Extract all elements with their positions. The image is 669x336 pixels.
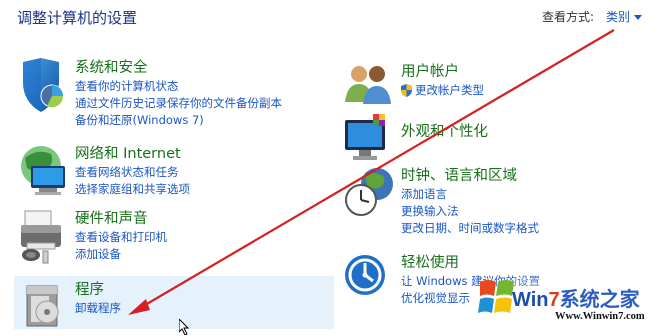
category-title-system-security[interactable]: 系统和安全	[75, 58, 282, 78]
category-programs: 程序 卸载程序	[17, 280, 121, 336]
link-change-account-type[interactable]: 更改帐户类型	[401, 82, 484, 99]
category-title-network-internet[interactable]: 网络和 Internet	[75, 144, 190, 164]
category-appearance: 外观和个性化	[343, 114, 488, 170]
link-network-status-tasks[interactable]: 查看网络状态和任务	[75, 164, 190, 181]
link-uninstall-program[interactable]: 卸载程序	[75, 300, 121, 317]
link-file-history-backup[interactable]: 通过文件历史记录保存你的文件备份副本	[75, 95, 282, 112]
link-view-computer-status[interactable]: 查看你的计算机状态	[75, 78, 282, 95]
ease-of-access-icon[interactable]	[343, 253, 401, 309]
category-hardware-sound: 硬件和声音 查看设备和打印机 添加设备	[17, 209, 167, 265]
view-by-control: 查看方式: 类别	[542, 8, 643, 25]
link-change-date-time-format[interactable]: 更改日期、时间或数字格式	[401, 220, 539, 237]
programs-box-icon[interactable]	[17, 280, 75, 336]
uac-shield-icon	[401, 84, 412, 97]
link-change-input-method[interactable]: 更换输入法	[401, 203, 539, 220]
category-title-clock-language-region[interactable]: 时钟、语言和区域	[401, 166, 539, 186]
users-icon[interactable]	[343, 62, 401, 118]
clock-globe-icon[interactable]	[343, 166, 401, 222]
link-add-device[interactable]: 添加设备	[75, 246, 167, 263]
watermark-brand: Win7系统之家	[512, 283, 640, 312]
watermark-brand-prefix: Win	[512, 289, 549, 311]
category-clock-language-region: 时钟、语言和区域 添加语言 更换输入法 更改日期、时间或数字格式	[343, 166, 539, 237]
link-devices-printers[interactable]: 查看设备和打印机	[75, 229, 167, 246]
monitor-palette-icon[interactable]	[343, 114, 401, 170]
link-change-account-type-label: 更改帐户类型	[415, 83, 484, 97]
page-title: 调整计算机的设置	[17, 9, 138, 27]
link-backup-restore-win7[interactable]: 备份和还原(Windows 7)	[75, 112, 282, 129]
category-title-programs[interactable]: 程序	[75, 280, 121, 300]
category-title-appearance[interactable]: 外观和个性化	[401, 122, 488, 142]
view-by-dropdown[interactable]: 类别	[606, 8, 643, 25]
category-user-accounts: 用户帐户 更改帐户类型	[343, 62, 484, 118]
category-network-internet: 网络和 Internet 查看网络状态和任务 选择家庭组和共享选项	[17, 144, 190, 200]
category-title-hardware-sound[interactable]: 硬件和声音	[75, 209, 167, 229]
watermark-brand-seven: 7	[548, 289, 560, 311]
mouse-cursor-icon	[179, 319, 190, 335]
category-title-user-accounts[interactable]: 用户帐户	[401, 62, 484, 82]
view-by-label: 查看方式:	[542, 10, 595, 24]
watermark-site: Www.Winwin7.com	[555, 311, 645, 322]
view-by-value: 类别	[606, 10, 631, 24]
link-homegroup-sharing[interactable]: 选择家庭组和共享选项	[75, 181, 190, 198]
system-security-shield-icon[interactable]	[17, 58, 75, 114]
chevron-down-icon	[634, 15, 643, 20]
category-system-security: 系统和安全 查看你的计算机状态 通过文件历史记录保存你的文件备份副本 备份和还原…	[17, 58, 282, 129]
link-add-language[interactable]: 添加语言	[401, 186, 539, 203]
watermark-brand-suffix: 系统之家	[559, 289, 640, 311]
printer-icon[interactable]	[17, 209, 75, 265]
network-globe-icon[interactable]	[17, 144, 75, 200]
